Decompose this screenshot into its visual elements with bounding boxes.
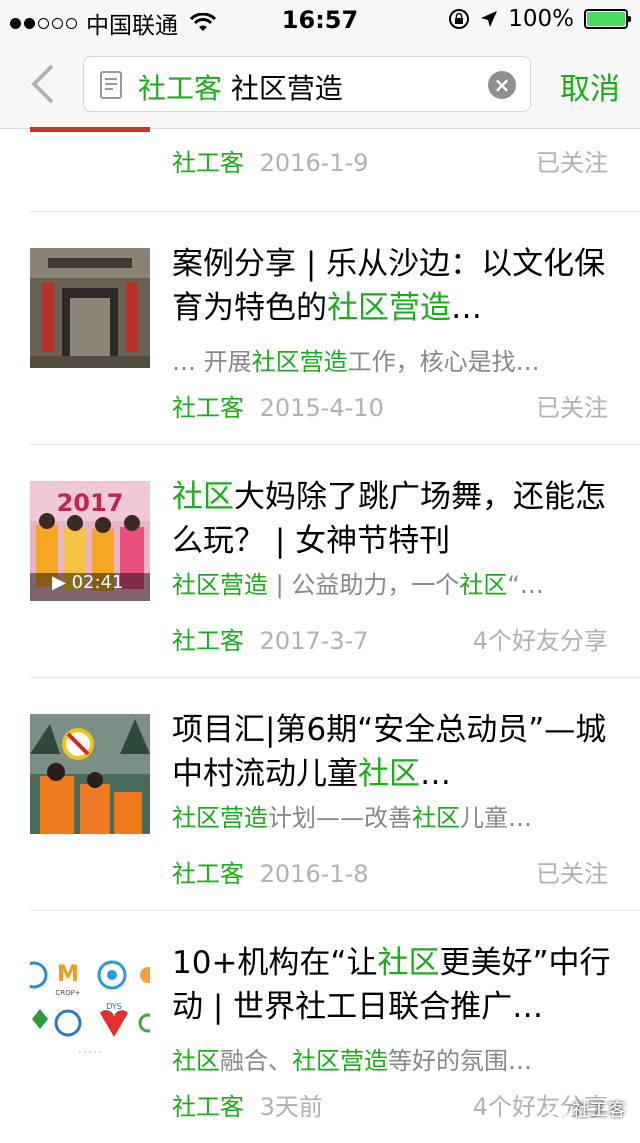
item-meta: 社工客 2015-4-10 [172,388,384,423]
item-source[interactable]: 社工客 [172,394,244,422]
item-title[interactable]: 社区大妈除了跳广场舞，还能怎么玩？ | 女神节特刊 [172,475,612,563]
svg-text:M: M [57,962,79,987]
title-text: … [420,756,451,792]
item-meta: 社工客 2017-3-7 [172,621,369,656]
title-highlight: 社区 [172,479,234,515]
list-item[interactable]: 2017 ▶ 02:41 社区大妈除了跳广场舞，还能怎么玩？ | 女神节特刊 社… [30,445,640,678]
snippet-text: “… [507,571,543,599]
item-status: 4个好友分享 [473,621,608,656]
item-status: 已关注 [536,388,608,423]
snippet-text: 等好的氛围… [388,1047,532,1075]
item-title[interactable]: 10+机构在“让社区更美好”中行动 | 世界社工日联合推广… [172,941,612,1029]
item-status: 已关注 [536,854,608,889]
snippet-highlight: 社区营造 [172,571,268,599]
item-date: 2015-4-10 [260,394,384,422]
clear-search-icon[interactable]: × [488,71,516,99]
snippet-highlight: 社区营造 [292,1047,388,1075]
title-text: … [451,290,482,326]
item-snippet: … 开展社区营造工作，核心是找… [172,344,602,380]
article-thumbnail [30,127,150,132]
title-text: 10+机构在“让 [172,945,377,981]
svg-text:2017: 2017 [57,489,124,517]
article-thumbnail [30,248,150,368]
article-icon [100,71,122,99]
snippet-text: | 公益助力，一个 [268,571,459,599]
title-highlight: 社区 [358,756,420,792]
status-right: 100% [448,6,628,32]
title-highlight: 社区 [377,945,439,981]
back-chevron-icon[interactable] [28,64,58,104]
snippet-text: … 开展 [172,348,252,376]
item-source[interactable]: 社工客 [172,1093,244,1121]
svg-text:CROP+: CROP+ [55,989,80,997]
search-query[interactable]: 社工客 社区营造 [138,67,343,107]
snippet-text: 工作，核心是找… [348,348,540,376]
duration-text: 02:41 [72,572,124,593]
list-item[interactable]: 社工客 2016-1-9 已关注 [30,129,640,212]
cancel-button[interactable]: 取消 [560,64,620,108]
search-input[interactable]: 社工客 社区营造 × [83,56,531,112]
item-title[interactable]: 案例分享 | 乐从沙边：以文化保育为特色的社区营造… [172,242,612,330]
item-date: 2017-3-7 [260,627,369,655]
item-meta: 社工客 3天前 [172,1087,323,1122]
item-snippet: 社区营造计划——改善社区儿童… [172,800,602,836]
list-item[interactable]: 项目汇|第6期“安全总动员”—城中村流动儿童社区… 社区营造计划——改善社区儿童… [30,678,640,911]
article-thumbnail: M CROP+ DYS · · · · · [30,947,150,1067]
search-results-list: 社工客 2016-1-9 已关注 案例分享 | 乐从沙边：以文化保育为特色的社区… [0,129,640,1143]
list-item[interactable]: 案例分享 | 乐从沙边：以文化保育为特色的社区营造… … 开展社区营造工作，核心… [30,212,640,445]
snippet-highlight: 社区营造 [172,804,268,832]
snippet-highlight: 社区营造 [252,348,348,376]
item-date: 3天前 [260,1093,323,1121]
watermark: 社工客 [546,1096,626,1122]
item-meta: 社工客 2016-1-9 [172,143,369,178]
rotation-lock-icon [448,8,470,30]
snippet-highlight: 社区 [459,571,507,599]
snippet-highlight: 社区 [172,1047,220,1075]
item-date: 2016-1-8 [260,860,369,888]
battery-percent: 100% [508,6,574,32]
search-topic-keyword: 社区营造 [231,72,343,105]
item-meta: 社工客 2016-1-8 [172,854,369,889]
watermark-text: 社工客 [572,1096,626,1122]
snippet-text: 儿童… [460,804,532,832]
item-source[interactable]: 社工客 [172,627,244,655]
title-highlight: 社区营造 [327,290,451,326]
snippet-text: 计划——改善 [268,804,412,832]
svg-text:DYS: DYS [106,1002,122,1011]
video-thumbnail: 2017 ▶ 02:41 [30,481,150,601]
status-bar: 中国联通 16:57 100% [0,0,640,40]
video-duration: ▶ 02:41 [52,572,123,593]
wechat-icon [546,1100,568,1118]
item-snippet: 社区融合、社区营造等好的氛围… [172,1043,602,1079]
item-date: 2016-1-9 [260,149,369,177]
item-snippet: 社区营造 | 公益助力，一个社区“… [172,567,602,603]
item-title[interactable]: 项目汇|第6期“安全总动员”—城中村流动儿童社区… [172,708,612,796]
location-arrow-icon [480,10,498,28]
search-account-keyword: 社工客 [138,72,222,105]
search-nav-bar: 社工客 社区营造 × 取消 [0,40,640,129]
svg-text:· · · · ·: · · · · · [79,1048,102,1057]
snippet-highlight: 社区 [412,804,460,832]
item-status: 已关注 [536,143,608,178]
item-source[interactable]: 社工客 [172,860,244,888]
article-thumbnail [30,714,150,834]
battery-icon [584,9,628,29]
item-source[interactable]: 社工客 [172,149,244,177]
title-text: 大妈除了跳广场舞，还能怎么玩？ | 女神节特刊 [172,479,606,559]
play-icon: ▶ [52,572,66,593]
snippet-text: 融合、 [220,1047,292,1075]
